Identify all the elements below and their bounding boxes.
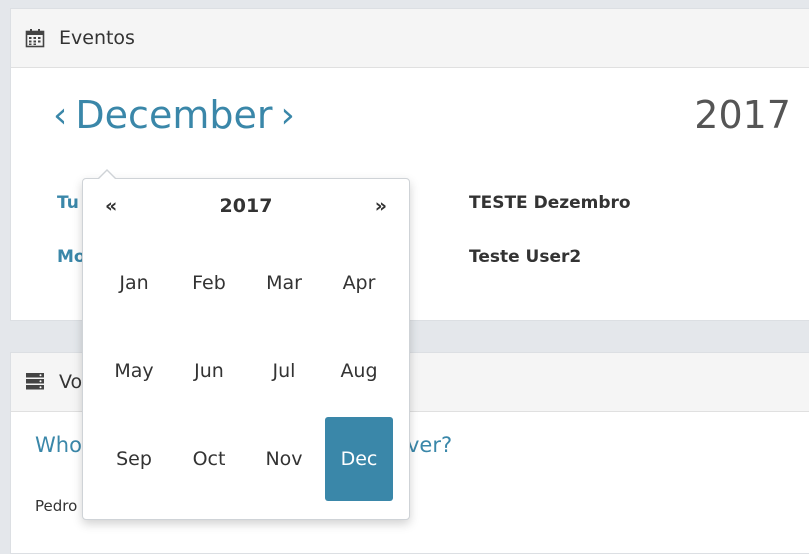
poll-answer[interactable]: Pedro	[35, 497, 77, 515]
poll-question-tail: ver?	[407, 433, 453, 457]
month-option[interactable]: Oct	[172, 415, 246, 503]
month-option[interactable]: Sep	[97, 415, 171, 503]
vote-panel-title: Vo	[59, 371, 83, 393]
month-option[interactable]: Apr	[322, 239, 396, 327]
month-option-selected[interactable]: Dec	[325, 417, 393, 501]
next-year-button[interactable]: »	[375, 195, 387, 217]
poll-question: Who	[35, 433, 82, 457]
month-option[interactable]: Jan	[97, 239, 171, 327]
event-title: Teste User2	[469, 247, 582, 267]
month-option[interactable]: Feb	[172, 239, 246, 327]
calendar-icon	[25, 28, 47, 48]
month-option[interactable]: Nov	[247, 415, 321, 503]
month-option[interactable]: May	[97, 327, 171, 415]
events-panel-header: Eventos	[11, 9, 809, 68]
current-month-label[interactable]: December	[75, 93, 272, 137]
event-title: TESTE Dezembro	[469, 193, 631, 213]
events-panel-title: Eventos	[59, 27, 135, 49]
month-picker-popup: « 2017 » Jan Feb Mar Apr May Jun Jul Aug…	[82, 169, 410, 520]
month-grid: Jan Feb Mar Apr May Jun Jul Aug Sep Oct …	[97, 239, 395, 503]
server-icon	[25, 372, 47, 392]
month-option[interactable]: Mar	[247, 239, 321, 327]
current-year-label: 2017	[694, 93, 791, 137]
month-option[interactable]: Jul	[247, 327, 321, 415]
prev-month-button[interactable]: ‹	[53, 95, 67, 136]
popup-caret-fill	[98, 171, 116, 180]
month-navigator: ‹ December ›	[53, 93, 295, 137]
month-option[interactable]: Jun	[172, 327, 246, 415]
next-month-button[interactable]: ›	[280, 95, 294, 136]
event-date-link[interactable]: Tu	[57, 193, 79, 213]
month-picker-header: « 2017 »	[83, 193, 409, 223]
picker-year-label[interactable]: 2017	[83, 195, 409, 217]
month-option[interactable]: Aug	[322, 327, 396, 415]
